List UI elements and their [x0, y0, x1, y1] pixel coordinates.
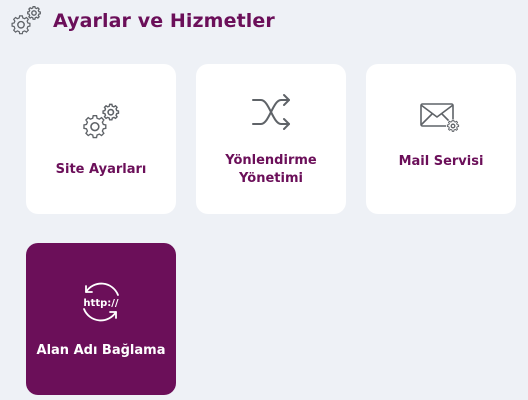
gears-icon: [26, 100, 176, 144]
gears-icon: [8, 3, 44, 39]
card-label: Site Ayarları: [55, 162, 147, 177]
site-settings-card[interactable]: Site Ayarları: [26, 64, 176, 214]
http-link-icon: http://: [26, 279, 176, 325]
http-text: http://: [83, 298, 118, 309]
mail-gear-icon: [366, 100, 516, 136]
services-page: Ayarlar ve Hizmetler Site Ayarları Yönle…: [0, 0, 528, 400]
page-title: Ayarlar ve Hizmetler: [53, 10, 275, 32]
domain-binding-card[interactable]: http:// Alan Adı Bağlama: [26, 243, 176, 395]
card-label: Alan Adı Bağlama: [36, 343, 166, 358]
mail-service-card[interactable]: Mail Servisi: [366, 64, 516, 214]
section-header: Ayarlar ve Hizmetler: [8, 3, 275, 39]
redirect-management-card[interactable]: Yönlendirme Yönetimi: [196, 64, 346, 214]
card-label: Mail Servisi: [398, 154, 484, 169]
card-label: Yönlendirme Yönetimi: [225, 153, 317, 186]
shuffle-icon: [196, 92, 346, 132]
